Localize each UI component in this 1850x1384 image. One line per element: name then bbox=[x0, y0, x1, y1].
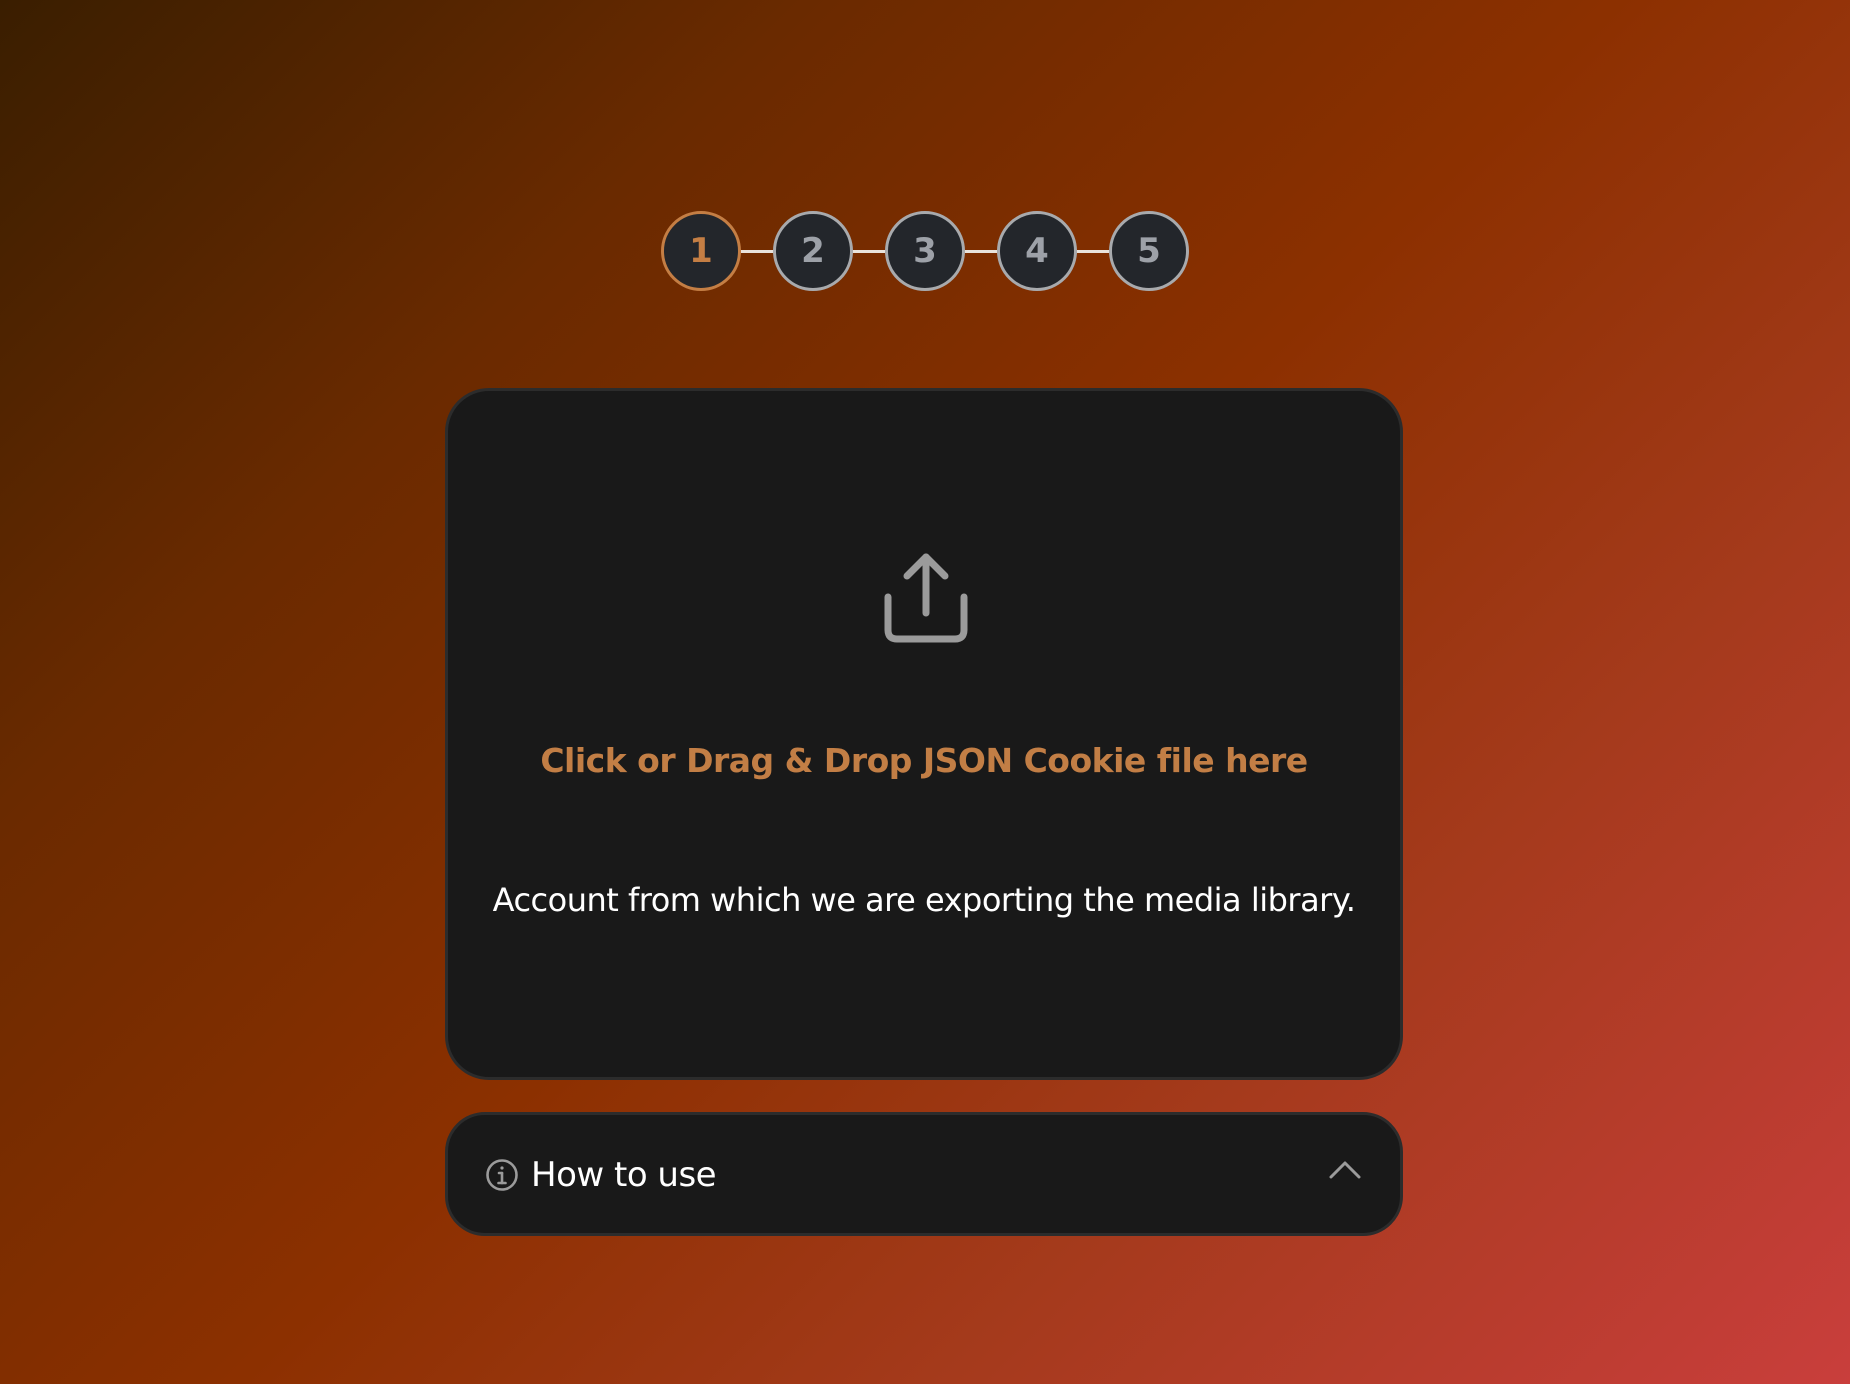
step-4[interactable]: 4 bbox=[997, 211, 1077, 291]
step-connector bbox=[965, 249, 997, 253]
step-5[interactable]: 5 bbox=[1109, 211, 1189, 291]
step-connector bbox=[853, 249, 885, 253]
step-connector bbox=[741, 249, 773, 253]
progress-stepper: 1 2 3 4 5 bbox=[661, 211, 1189, 291]
how-to-use-accordion[interactable]: How to use bbox=[445, 1112, 1403, 1236]
dropzone-title: Click or Drag & Drop JSON Cookie file he… bbox=[540, 741, 1308, 780]
step-2[interactable]: 2 bbox=[773, 211, 853, 291]
info-icon bbox=[486, 1159, 518, 1191]
chevron-up-icon[interactable] bbox=[1328, 1158, 1362, 1182]
upload-icon bbox=[884, 553, 968, 643]
accordion-label: How to use bbox=[531, 1155, 717, 1195]
step-1[interactable]: 1 bbox=[661, 211, 741, 291]
file-dropzone[interactable]: Click or Drag & Drop JSON Cookie file he… bbox=[445, 388, 1403, 1080]
dropzone-description: Account from which we are exporting the … bbox=[492, 881, 1356, 919]
step-3[interactable]: 3 bbox=[885, 211, 965, 291]
step-connector bbox=[1077, 249, 1109, 253]
